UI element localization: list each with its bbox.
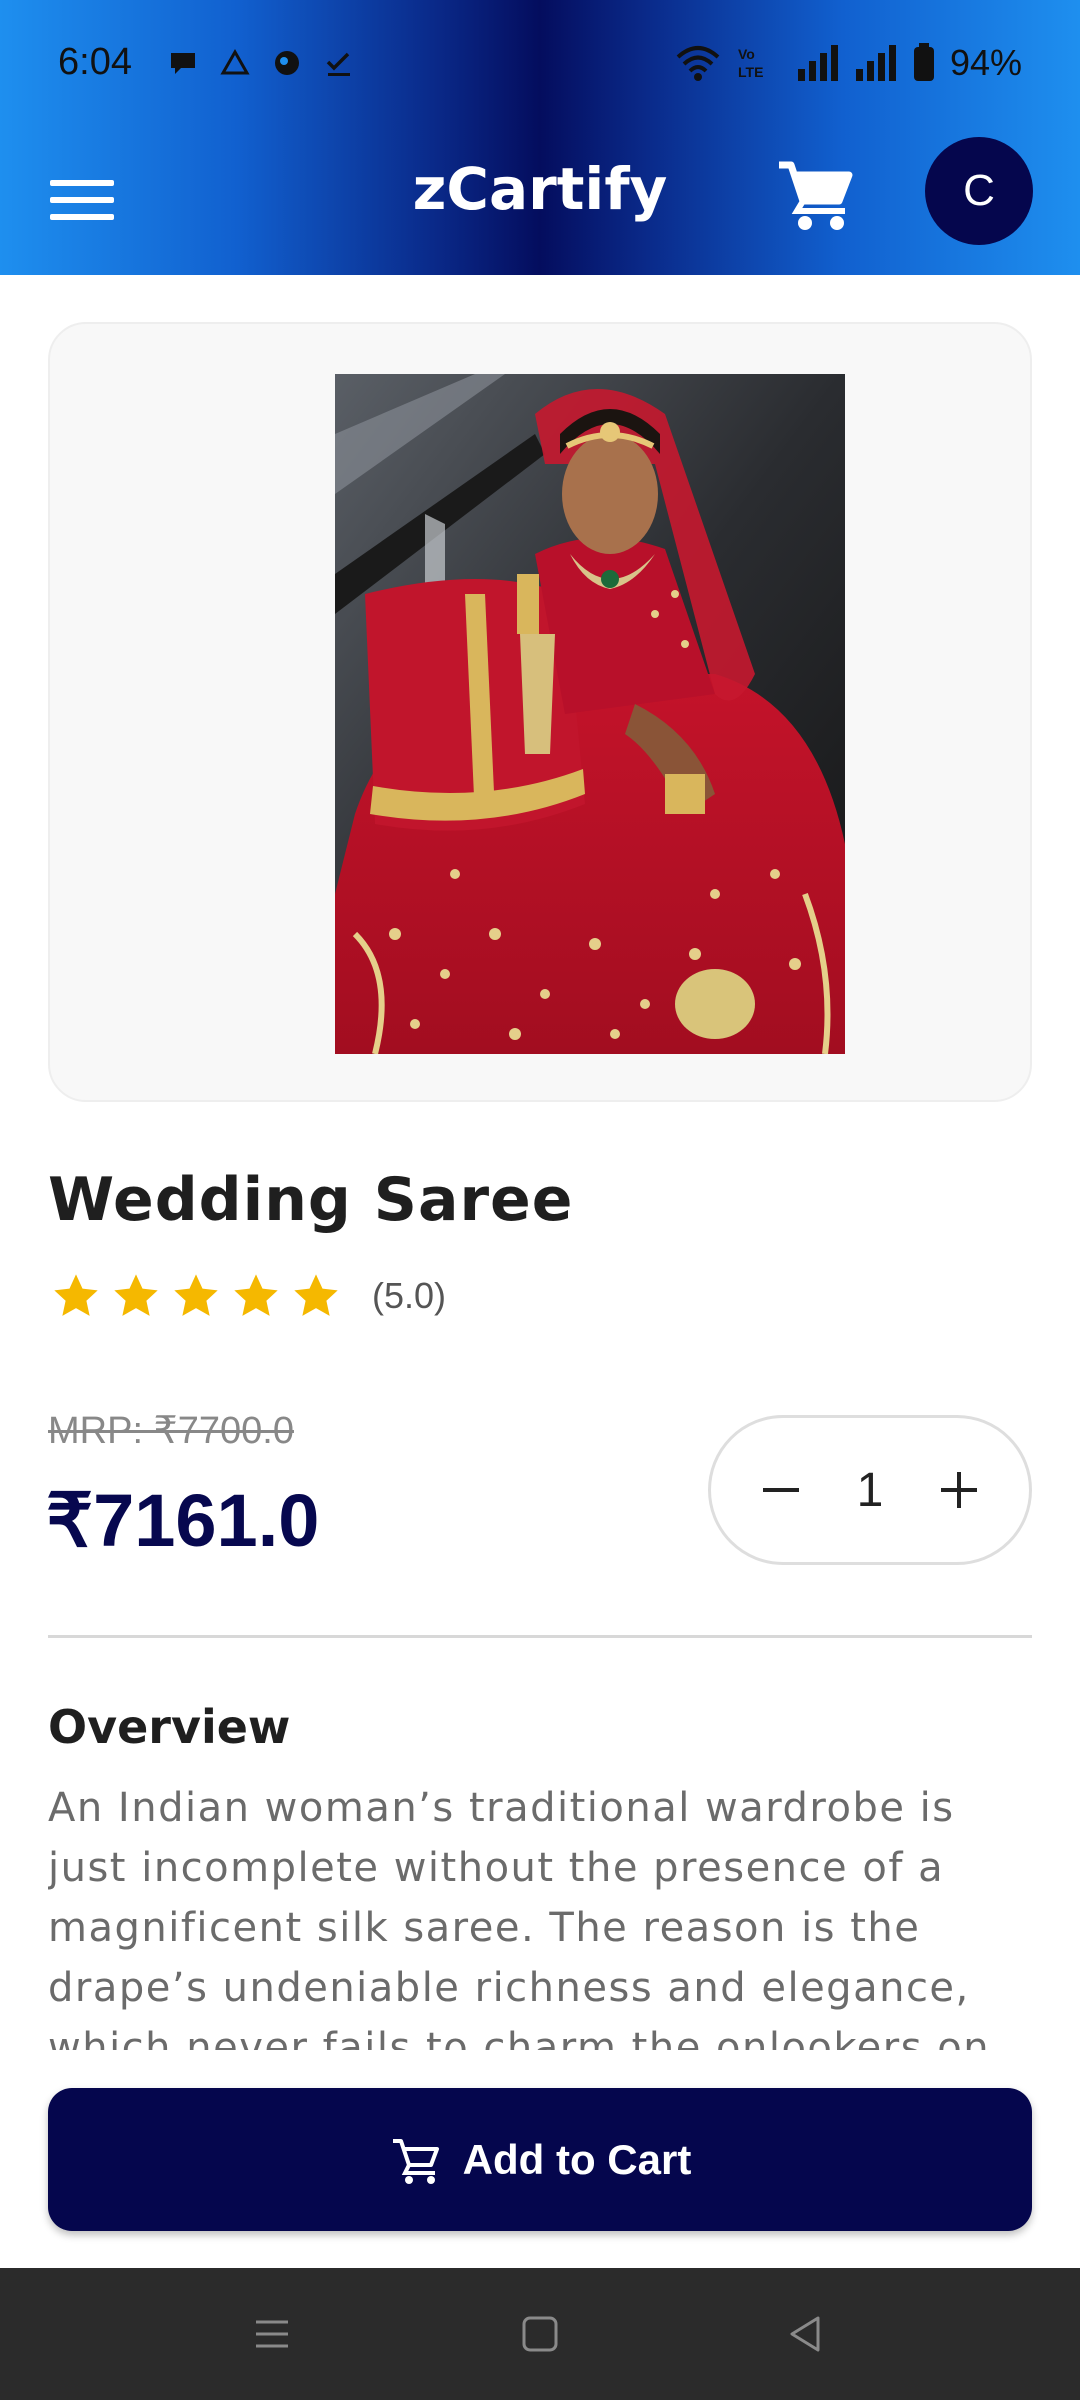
cart-icon — [392, 2138, 439, 2184]
add-to-cart-button[interactable]: Add to Cart — [48, 2088, 1032, 2231]
task-check-icon — [324, 48, 354, 78]
mrp-price: MRP: ₹7700.0 — [48, 1410, 294, 1452]
signal-icon — [797, 44, 838, 81]
avatar[interactable]: C — [925, 137, 1033, 245]
minus-icon[interactable] — [759, 1468, 803, 1512]
chat-icon — [168, 48, 198, 78]
system-nav-bar — [0, 2268, 1080, 2400]
battery-percent: 94% — [949, 41, 1022, 83]
shopping-cart-icon[interactable] — [775, 155, 855, 235]
recent-apps-icon[interactable] — [248, 2310, 296, 2358]
plus-icon[interactable] — [937, 1468, 981, 1512]
app-title: zCartify — [412, 155, 668, 223]
wifi-icon — [676, 45, 720, 81]
signal-icon — [855, 44, 896, 81]
volte-icon: Vo LTE — [738, 46, 763, 80]
status-right: Vo LTE 94% — [674, 42, 1022, 84]
divider — [48, 1635, 1032, 1638]
rating-text: (5.0) — [372, 1275, 447, 1316]
battery-icon — [913, 42, 934, 81]
svg-text:LTE: LTE — [738, 64, 763, 80]
status-time: 6:04 — [58, 41, 132, 83]
star-icon — [234, 1274, 278, 1316]
notification-icons — [168, 48, 354, 78]
quantity-value: 1 — [856, 1463, 884, 1517]
quantity-stepper: 1 — [708, 1415, 1032, 1565]
rating-row: (5.0) — [50, 1270, 446, 1322]
product-image-card — [48, 322, 1032, 1102]
app-header: 6:04 Vo LTE 94% zCartify C — [0, 0, 1080, 275]
star-icon — [114, 1274, 158, 1316]
product-image[interactable] — [335, 374, 845, 1054]
toolbar: zCartify C — [0, 125, 1080, 275]
star-icon — [294, 1274, 338, 1316]
vpn-icon — [272, 48, 302, 78]
overview-text: An Indian woman’s traditional wardrobe i… — [48, 1785, 991, 2050]
svg-text:Vo: Vo — [738, 46, 755, 62]
star-icon — [54, 1274, 98, 1316]
home-icon[interactable] — [516, 2310, 564, 2358]
drive-icon — [220, 48, 250, 78]
status-bar: 6:04 Vo LTE 94% — [0, 0, 1080, 125]
add-to-cart-label: Add to Cart — [462, 2135, 692, 2183]
star-icon — [174, 1274, 218, 1316]
sale-price: ₹7161.0 — [46, 1479, 320, 1562]
product-title: Wedding Saree — [48, 1165, 574, 1235]
back-icon[interactable] — [782, 2310, 830, 2358]
overview-heading: Overview — [48, 1700, 291, 1754]
